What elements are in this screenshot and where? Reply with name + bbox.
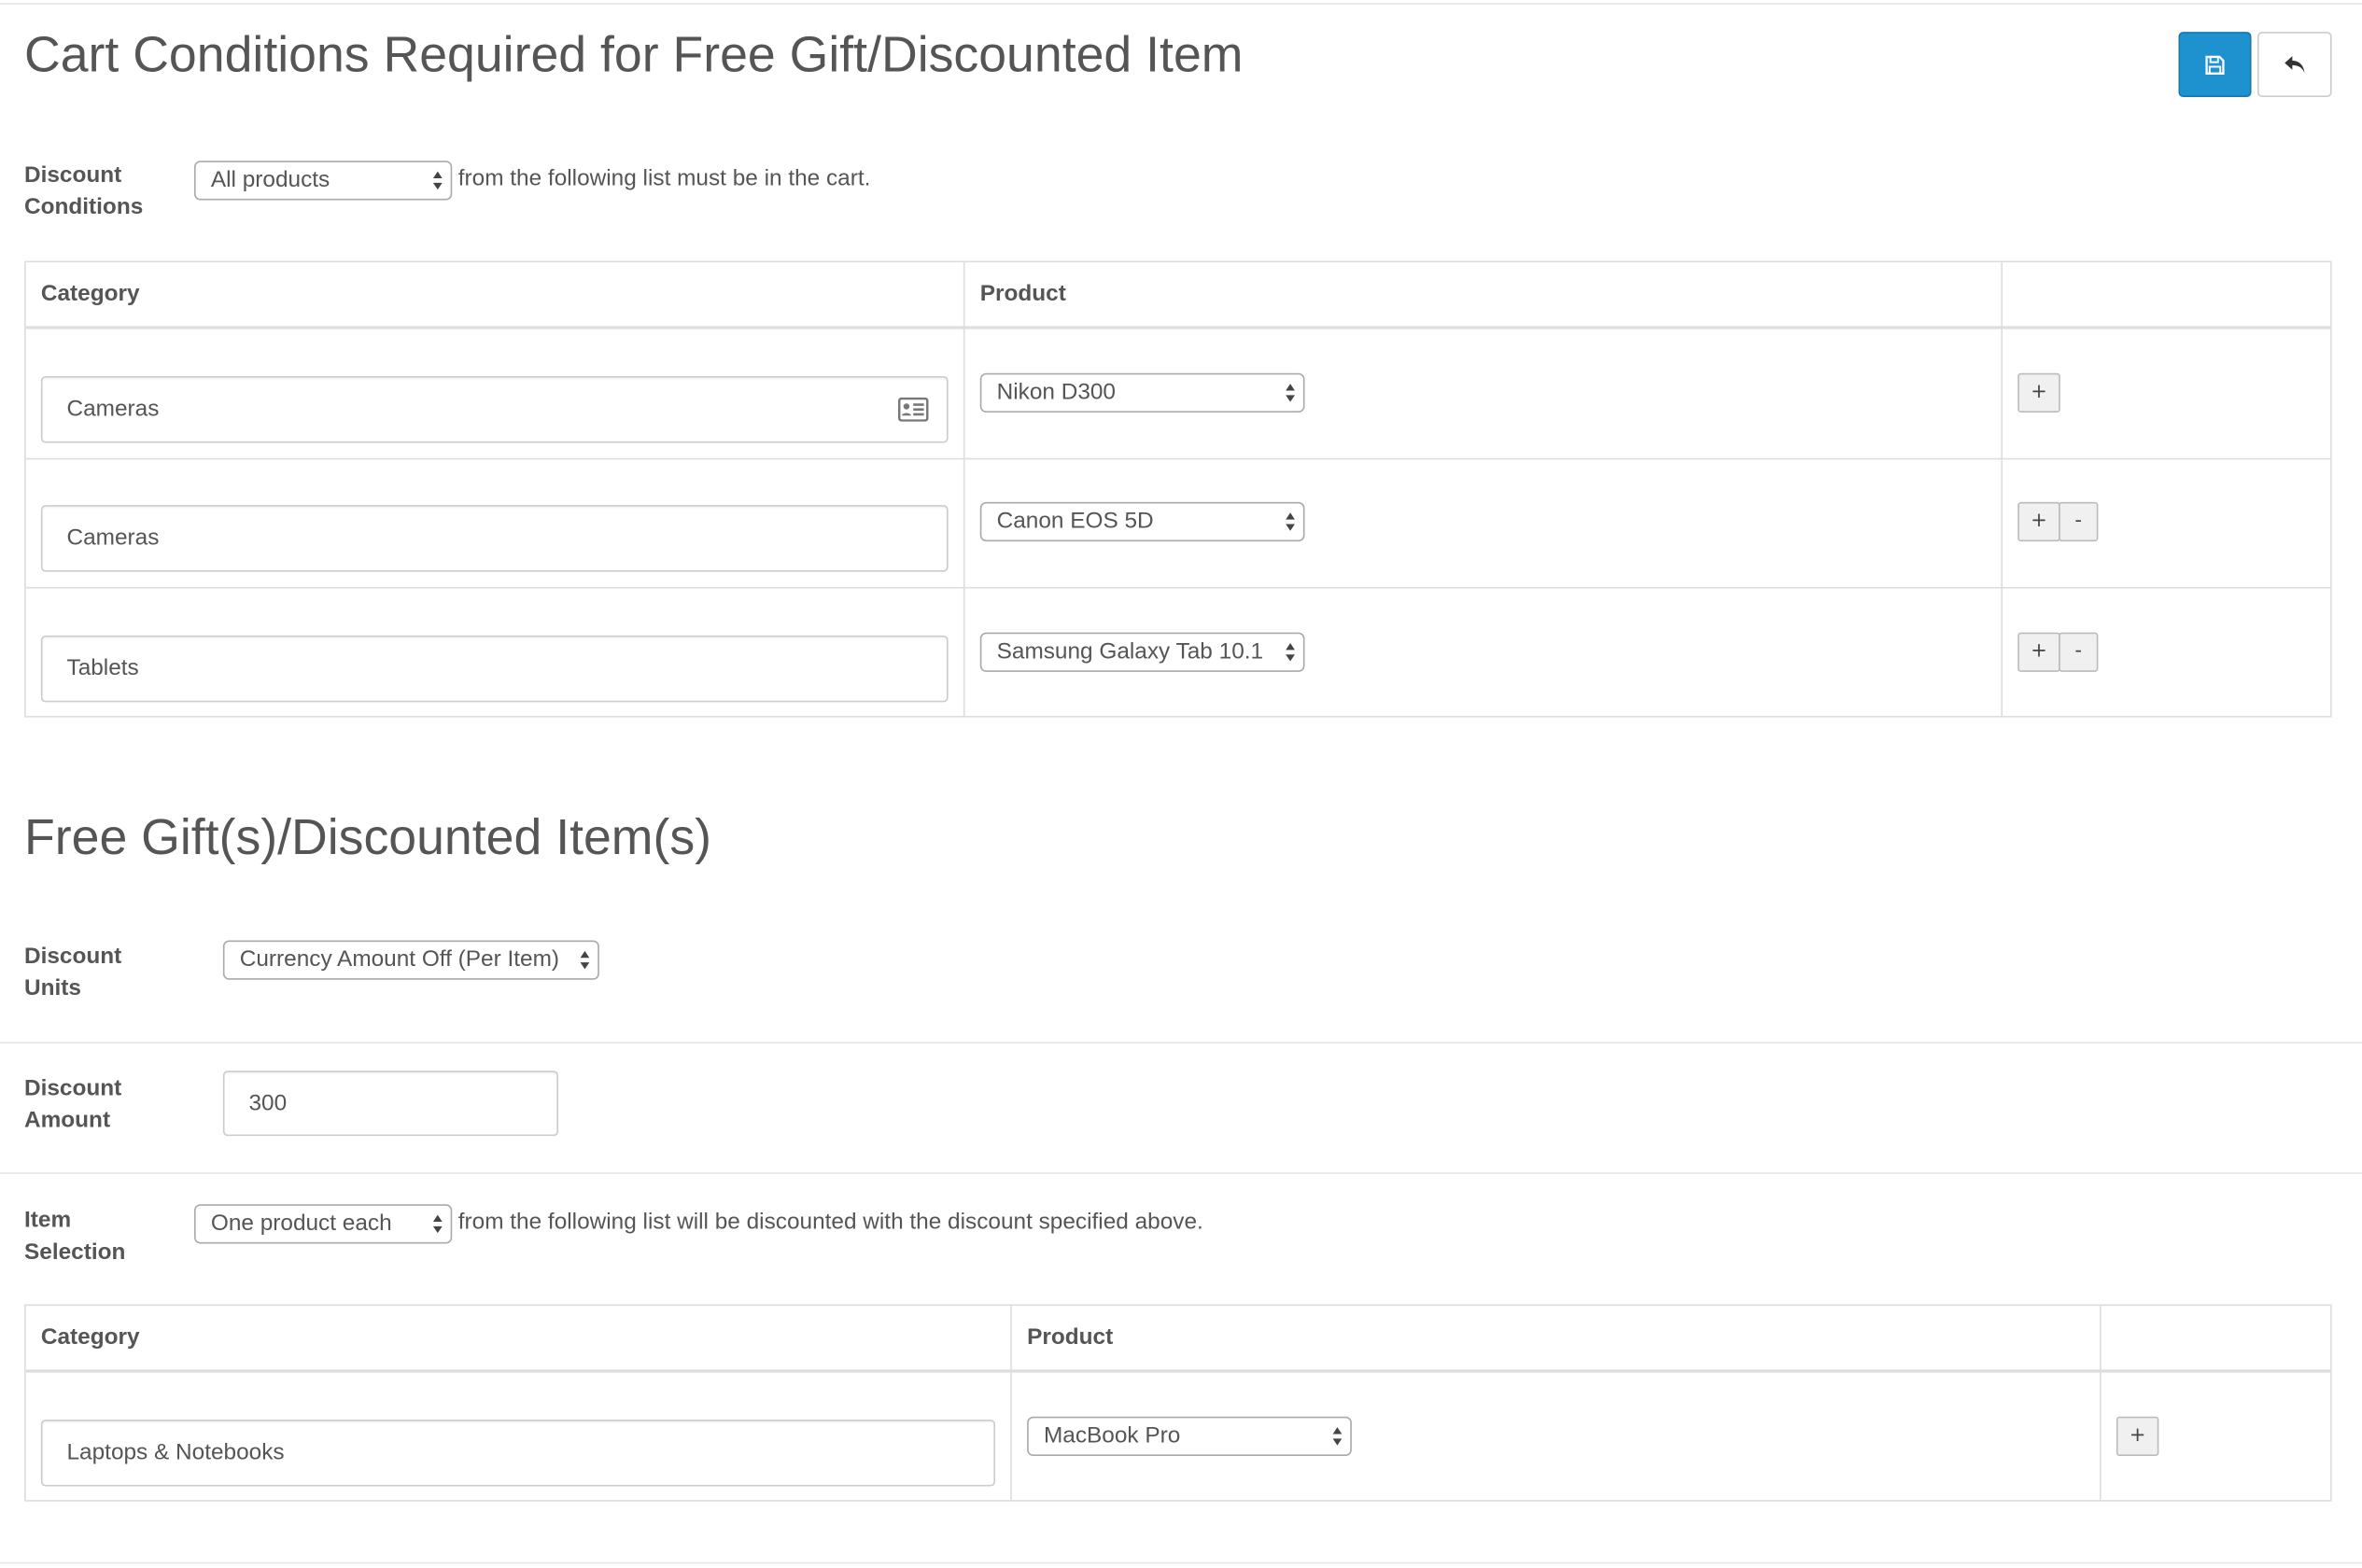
category-value: Cameras	[66, 396, 160, 422]
select-arrows-icon	[432, 1214, 443, 1234]
discount-amount-input[interactable]: 300	[222, 1071, 558, 1137]
discount-units-value: Currency Amount Off (Per Item)	[239, 946, 560, 973]
category-input[interactable]: Cameras	[40, 376, 949, 443]
product-value: Nikon D300	[996, 379, 1117, 405]
add-row-button[interactable]: +	[2018, 372, 2060, 413]
select-arrows-icon	[1332, 1427, 1343, 1446]
select-arrows-icon	[580, 950, 590, 970]
add-row-button[interactable]: +	[2116, 1416, 2159, 1456]
product-select[interactable]: Samsung Galaxy Tab 10.1	[979, 632, 1305, 672]
product-select[interactable]: Nikon D300	[979, 372, 1305, 413]
discount-conditions-label: Discount Conditions	[24, 161, 144, 220]
product-select[interactable]: Canon EOS 5D	[979, 501, 1305, 542]
product-column-header: Product	[979, 280, 1066, 307]
product-select[interactable]: MacBook Pro	[1027, 1416, 1352, 1456]
divider	[0, 1172, 2362, 1174]
item-selection-select[interactable]: One product each	[194, 1204, 453, 1244]
category-value: Tablets	[66, 655, 139, 681]
section-title: Free Gift(s)/Discounted Item(s)	[24, 808, 712, 865]
contact-card-icon	[898, 397, 929, 422]
save-button[interactable]	[2178, 32, 2252, 97]
page: Cart Conditions Required for Free Gift/D…	[0, 0, 2362, 1568]
discount-amount-label: Discount Amount	[24, 1075, 122, 1133]
product-value: Samsung Galaxy Tab 10.1	[996, 638, 1264, 665]
discount-amount-value: 300	[248, 1090, 288, 1116]
top-divider	[0, 3, 2362, 5]
discount-conditions-select[interactable]: All products	[194, 161, 453, 201]
remove-row-button[interactable]: -	[2059, 501, 2099, 542]
back-button[interactable]	[2257, 32, 2332, 97]
select-arrows-icon	[1286, 512, 1295, 531]
product-value: Canon EOS 5D	[996, 508, 1154, 534]
item-selection-value: One product each	[210, 1210, 392, 1237]
floppy-disk-icon	[2205, 54, 2225, 75]
select-arrows-icon	[1286, 384, 1295, 402]
category-input[interactable]: Tablets	[40, 635, 949, 703]
divider	[0, 1042, 2362, 1043]
category-column-header: Category	[40, 1323, 140, 1351]
category-column-header: Category	[40, 280, 140, 307]
select-arrows-icon	[432, 171, 443, 190]
remove-row-button[interactable]: -	[2059, 632, 2099, 672]
category-value: Laptops & Notebooks	[66, 1439, 285, 1465]
reply-arrow-icon	[2284, 55, 2304, 73]
discount-conditions-value: All products	[210, 166, 330, 193]
item-selection-label: Item Selection	[24, 1207, 126, 1266]
discount-units-select[interactable]: Currency Amount Off (Per Item)	[222, 940, 599, 980]
category-input[interactable]: Cameras	[40, 505, 949, 572]
category-input[interactable]: Laptops & Notebooks	[40, 1420, 995, 1487]
product-value: MacBook Pro	[1044, 1422, 1181, 1449]
add-row-button[interactable]: +	[2018, 632, 2060, 672]
product-column-header: Product	[1027, 1323, 1114, 1351]
discount-units-label: Discount Units	[24, 943, 122, 1001]
page-title: Cart Conditions Required for Free Gift/D…	[24, 25, 1244, 82]
bottom-divider	[0, 1561, 2362, 1564]
select-arrows-icon	[1286, 643, 1295, 662]
category-value: Cameras	[66, 525, 160, 551]
add-row-button[interactable]: +	[2018, 501, 2060, 542]
conditions-helper-text: from the following list must be in the c…	[457, 165, 871, 191]
selection-helper-text: from the following list will be discount…	[457, 1209, 1203, 1235]
